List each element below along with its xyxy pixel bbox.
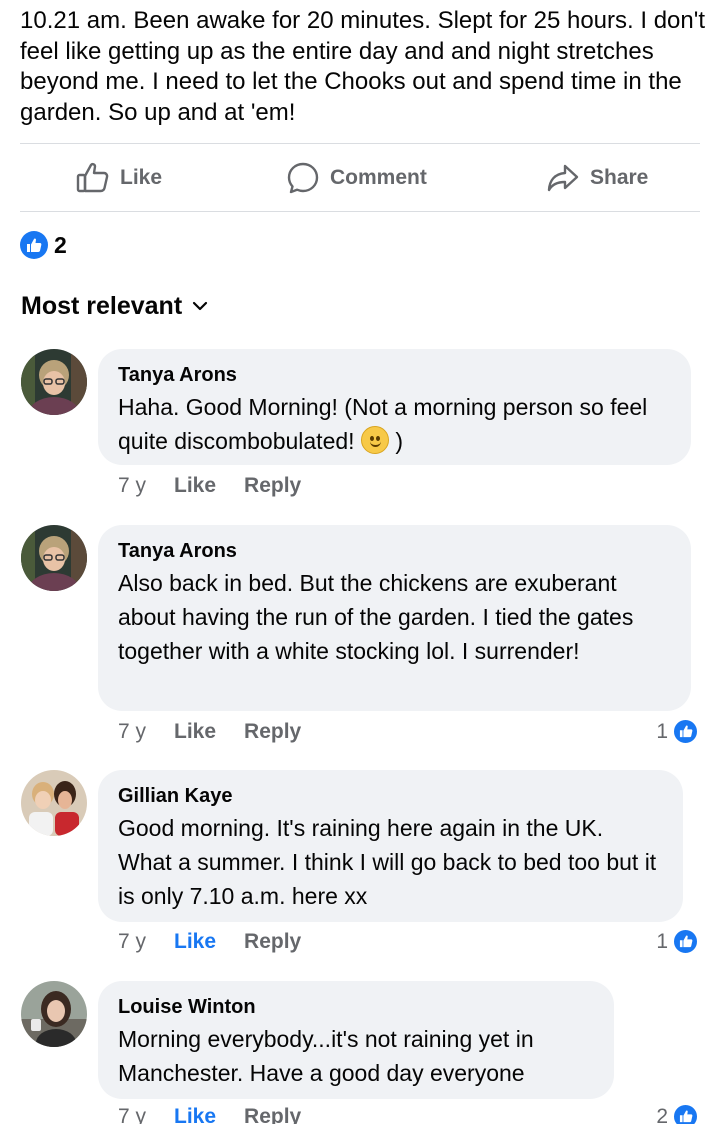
comment-reaction-count[interactable]: 2 xyxy=(656,1103,699,1124)
comment-meta: 7 y Like Reply xyxy=(118,474,301,498)
divider-top xyxy=(20,143,700,144)
comment-author[interactable]: Tanya Arons xyxy=(118,362,671,388)
comment-bubble: Louise Winton Morning everybody...it's n… xyxy=(98,981,614,1099)
comment-like-count: 1 xyxy=(656,719,668,743)
comment-reply-button[interactable]: Reply xyxy=(244,720,301,744)
thumbs-up-icon xyxy=(672,1103,699,1124)
avatar[interactable] xyxy=(21,981,87,1047)
comment-meta: 7 y Like Reply xyxy=(118,930,301,954)
share-button[interactable]: Share xyxy=(546,145,648,211)
divider-bottom xyxy=(20,211,700,212)
share-arrow-icon xyxy=(546,163,580,193)
comment-timestamp[interactable]: 7 y xyxy=(118,1105,146,1124)
comment-like-button[interactable]: Like xyxy=(174,474,216,498)
comment-like-button[interactable]: Like xyxy=(174,930,216,954)
comment-reaction-count[interactable]: 1 xyxy=(656,928,699,955)
thumbs-up-icon xyxy=(20,231,48,259)
post-action-bar: Like Comment Share xyxy=(20,145,700,211)
comment-like-count: 1 xyxy=(656,929,668,953)
slightly-smiling-face-emoji xyxy=(360,426,389,454)
comment-bubble: Tanya Arons Also back in bed. But the ch… xyxy=(98,525,691,711)
reaction-summary[interactable]: 2 xyxy=(20,230,67,260)
sort-label: Most relevant xyxy=(21,292,183,320)
avatar[interactable] xyxy=(21,770,87,836)
comment-like-count: 2 xyxy=(656,1104,668,1124)
like-button-label: Like xyxy=(120,166,163,189)
comment-like-button[interactable]: Like xyxy=(174,720,216,744)
reaction-count: 2 xyxy=(54,231,67,258)
comment-button[interactable]: Comment xyxy=(286,145,427,211)
comment-text: Also back in bed. But the chickens are e… xyxy=(118,570,634,664)
share-button-label: Share xyxy=(590,166,649,189)
comment-like-button[interactable]: Like xyxy=(174,1105,216,1124)
thumbs-up-icon xyxy=(672,718,699,745)
comment-author[interactable]: Louise Winton xyxy=(118,994,594,1020)
comment-author[interactable]: Gillian Kaye xyxy=(118,783,663,809)
thumbs-up-icon xyxy=(672,928,699,955)
thumbs-up-outline-icon xyxy=(76,162,110,194)
comment-bubble-icon xyxy=(286,161,320,195)
comment-reply-button[interactable]: Reply xyxy=(244,930,301,954)
post-text: 10.21 am. Been awake for 20 minutes. Sle… xyxy=(20,7,705,126)
like-button[interactable]: Like xyxy=(76,145,162,211)
comment-sort-dropdown[interactable]: Most relevant xyxy=(21,292,208,321)
avatar[interactable] xyxy=(21,349,87,415)
comment-bubble: Gillian Kaye Good morning. It's raining … xyxy=(98,770,683,922)
comment-text-part: ) xyxy=(388,428,403,454)
comment-meta: 7 y Like Reply xyxy=(118,1105,301,1124)
comment-text: Good morning. It's raining here again in… xyxy=(118,815,657,909)
comment-text: Morning everybody...it's not raining yet… xyxy=(118,1026,534,1086)
comment-reaction-count[interactable]: 1 xyxy=(656,718,699,745)
avatar[interactable] xyxy=(21,525,87,591)
comment-timestamp[interactable]: 7 y xyxy=(118,474,146,498)
comment-reply-button[interactable]: Reply xyxy=(244,1105,301,1124)
comment-meta: 7 y Like Reply xyxy=(118,720,301,744)
chevron-down-icon xyxy=(192,298,208,316)
comment-text: Haha. Good Morning! (Not a morning perso… xyxy=(118,390,671,458)
comment-button-label: Comment xyxy=(330,166,427,189)
comment-bubble: Tanya Arons Haha. Good Morning! (Not a m… xyxy=(98,349,691,465)
comment-timestamp[interactable]: 7 y xyxy=(118,720,146,744)
comment-timestamp[interactable]: 7 y xyxy=(118,930,146,954)
comment-reply-button[interactable]: Reply xyxy=(244,474,301,498)
comment-author[interactable]: Tanya Arons xyxy=(118,538,671,564)
